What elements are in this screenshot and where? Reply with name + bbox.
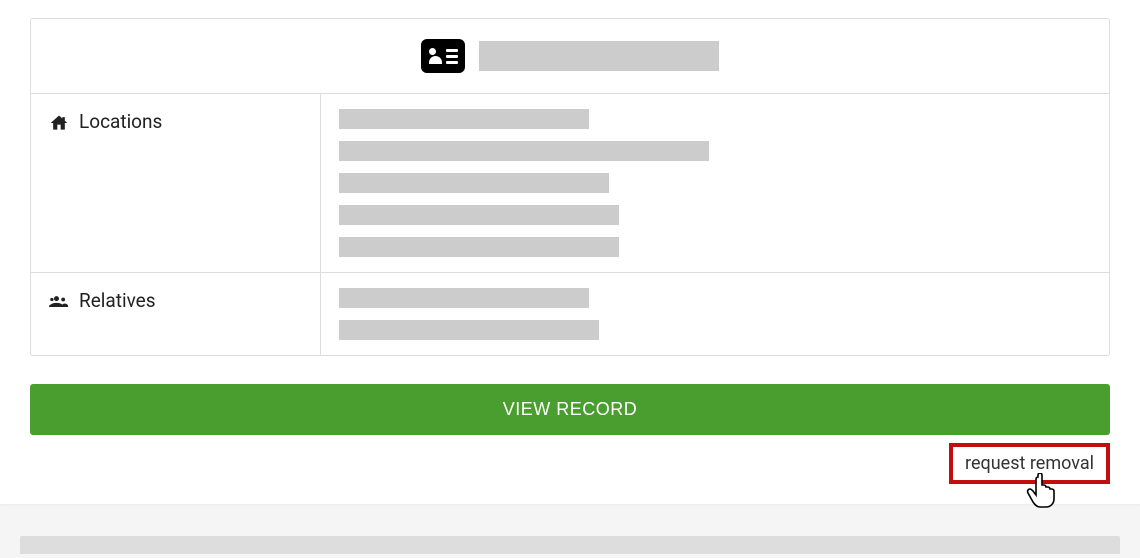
locations-label: Locations <box>31 94 321 272</box>
view-record-button[interactable]: VIEW RECORD <box>30 384 1110 435</box>
location-redacted <box>339 205 619 225</box>
relatives-row: Relatives <box>31 272 1109 355</box>
locations-row: Locations <box>31 93 1109 272</box>
relative-redacted <box>339 320 599 340</box>
record-box: Locations Relatives <box>30 18 1110 356</box>
record-header <box>31 19 1109 93</box>
relatives-text: Relatives <box>79 289 156 312</box>
home-icon <box>49 113 69 133</box>
relatives-label: Relatives <box>31 273 321 355</box>
locations-text: Locations <box>79 110 162 133</box>
locations-content <box>321 94 1109 272</box>
relatives-content <box>321 273 1109 355</box>
location-redacted <box>339 237 619 257</box>
location-redacted <box>339 141 709 161</box>
location-redacted <box>339 109 589 129</box>
id-card-icon <box>421 39 465 73</box>
request-removal-wrap: request removal <box>30 443 1110 484</box>
location-redacted <box>339 173 609 193</box>
record-card: Locations Relatives <box>0 0 1140 504</box>
footer-separator <box>20 536 1120 554</box>
request-removal-link[interactable]: request removal <box>949 443 1110 484</box>
relative-redacted <box>339 288 589 308</box>
people-icon <box>49 292 69 312</box>
person-name-redacted <box>479 41 719 71</box>
